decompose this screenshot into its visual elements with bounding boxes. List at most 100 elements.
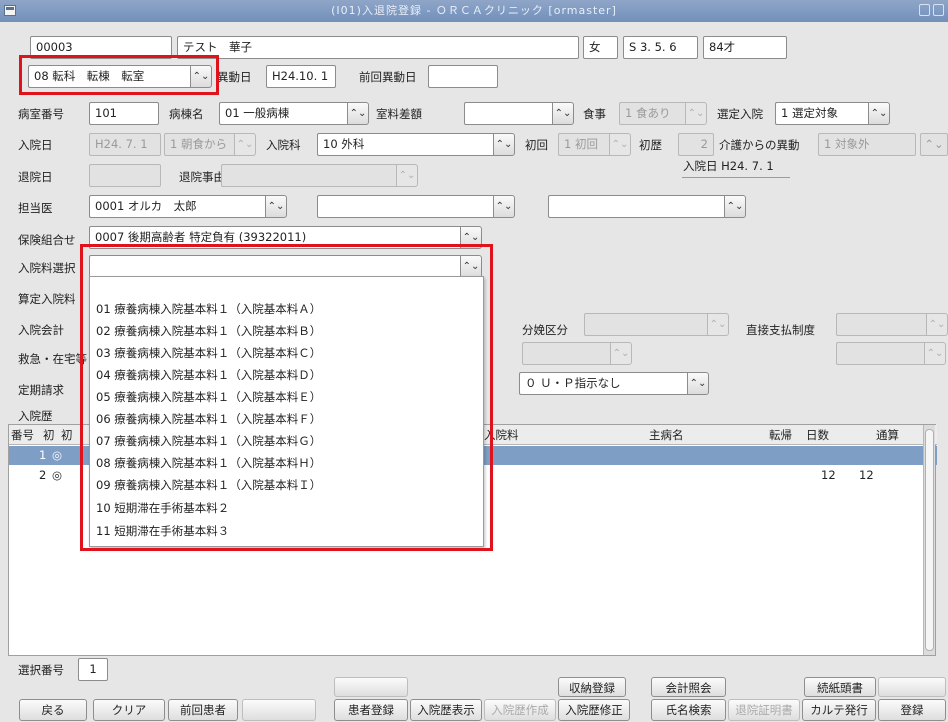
doctor2-value[interactable] [317, 195, 493, 218]
chevron-updown-icon[interactable]: ⌃⌄ [190, 65, 212, 88]
history-fix-button[interactable]: 入院歴修正 [558, 699, 630, 721]
chevron-updown-icon[interactable]: ⌃⌄ [707, 313, 729, 336]
chevron-updown-icon[interactable]: ⌃⌄ [460, 255, 482, 278]
dropdown-item[interactable]: 10 短期滞在手術基本料２ [96, 498, 229, 518]
up-instruction-combo[interactable]: ０ Ｕ・Ｐ指示なし ⌃⌄ [519, 372, 709, 395]
insurance-combo[interactable]: 0007 後期高齢者 特定負有 (39322011) ⌃⌄ [89, 226, 482, 249]
doctor1-value[interactable]: 0001 オルカ 太郎 [89, 195, 265, 218]
select-number-field[interactable]: 1 [78, 658, 108, 681]
doctor2-combo[interactable]: ⌃⌄ [317, 195, 515, 218]
history-show-button[interactable]: 入院歴表示 [410, 699, 482, 721]
chevron-updown-icon[interactable]: ⌃⌄ [868, 102, 890, 125]
emergency2-value[interactable] [836, 342, 924, 365]
dept-value[interactable]: 10 外科 [317, 133, 493, 156]
col-days[interactable]: 日数 [806, 427, 829, 443]
fee-select-combo[interactable]: ⌃⌄ [89, 255, 482, 278]
emergency-value[interactable] [522, 342, 610, 365]
room-fee-combo[interactable]: ⌃⌄ [464, 102, 574, 125]
dropdown-item[interactable]: 01 療養病棟入院基本料１（入院基本料Ａ） [96, 299, 321, 319]
discharge-reason-value[interactable] [221, 164, 396, 187]
header-button[interactable]: 続紙頭書 [804, 677, 876, 697]
chevron-updown-icon[interactable]: ⌃⌄ [685, 102, 707, 125]
blank-button[interactable] [878, 677, 946, 697]
dropdown-item[interactable]: 05 療養病棟入院基本料１（入院基本料Ｅ） [96, 387, 321, 407]
chevron-updown-icon[interactable]: ⌃⌄ [724, 195, 746, 218]
first-value[interactable]: 1 初回 [558, 133, 609, 156]
fee-select-dropdown[interactable]: 01 療養病棟入院基本料１（入院基本料Ａ） 02 療養病棟入院基本料１（入院基本… [89, 276, 484, 547]
chevron-updown-icon[interactable]: ⌃⌄ [924, 342, 946, 365]
dept-combo[interactable]: 10 外科 ⌃⌄ [317, 133, 515, 156]
patient-name-field[interactable]: テスト 華子 [177, 36, 579, 59]
close-icon[interactable] [933, 4, 944, 16]
col-no[interactable]: 番号 [11, 427, 34, 443]
clear-button[interactable]: クリア [93, 699, 165, 721]
chevron-updown-icon[interactable]: ⌃⌄ [460, 226, 482, 249]
account-button[interactable]: 会計照会 [651, 677, 726, 697]
meal-from-value[interactable]: 1 朝食から [164, 133, 234, 156]
discharge-date-field[interactable] [89, 164, 161, 187]
doctor3-value[interactable] [548, 195, 724, 218]
prev-patient-button[interactable]: 前回患者 [168, 699, 238, 721]
room-fee-value[interactable] [464, 102, 552, 125]
ward-combo[interactable]: 01 一般病棟 ⌃⌄ [219, 102, 369, 125]
patient-sex-field[interactable]: 女 [583, 36, 618, 59]
blank-button[interactable] [242, 699, 316, 721]
history-scrollbar[interactable] [923, 425, 935, 655]
insurance-value[interactable]: 0007 後期高齢者 特定負有 (39322011) [89, 226, 460, 249]
doctor3-combo[interactable]: ⌃⌄ [548, 195, 746, 218]
name-search-button[interactable]: 氏名検索 [651, 699, 726, 721]
register-button[interactable]: 登録 [878, 699, 946, 721]
scrollbar-thumb[interactable] [925, 429, 934, 651]
dropdown-item[interactable]: 06 療養病棟入院基本料１（入院基本料Ｆ） [96, 409, 321, 429]
chevron-updown-icon[interactable]: ⌃⌄ [493, 195, 515, 218]
room-field[interactable]: 101 [89, 102, 159, 125]
dropdown-item[interactable]: 02 療養病棟入院基本料１（入院基本料Ｂ） [96, 321, 321, 341]
chevron-updown-icon[interactable]: ⌃⌄ [609, 133, 631, 156]
col-first2[interactable]: 初 [61, 427, 73, 443]
chart-issue-button[interactable]: カルテ発行 [802, 699, 876, 721]
prev-transfer-field[interactable] [428, 65, 498, 88]
patient-age-field[interactable]: 84才 [703, 36, 787, 59]
meal-value[interactable]: 1 食あり [619, 102, 685, 125]
col-fee[interactable]: 入院料 [484, 427, 519, 443]
delivery-value[interactable] [584, 313, 707, 336]
receipt-button[interactable]: 収納登録 [558, 677, 626, 697]
maximize-icon[interactable] [919, 4, 930, 16]
chevron-updown-icon[interactable]: ⌃⌄ [234, 133, 256, 156]
doctor1-combo[interactable]: 0001 オルカ 太郎 ⌃⌄ [89, 195, 287, 218]
col-outcome[interactable]: 転帰 [769, 427, 792, 443]
chevron-updown-icon[interactable]: ⌃⌄ [926, 313, 948, 336]
chevron-updown-icon[interactable]: ⌃⌄ [610, 342, 632, 365]
chevron-updown-icon[interactable]: ⌃⌄ [493, 133, 515, 156]
dropdown-item[interactable]: 09 療養病棟入院基本料１（入院基本料Ｉ） [96, 475, 321, 495]
dropdown-item[interactable]: 04 療養病棟入院基本料１（入院基本料Ｄ） [96, 365, 321, 385]
ward-value[interactable]: 01 一般病棟 [219, 102, 347, 125]
dropdown-item[interactable]: 11 短期滞在手術基本料３ [96, 521, 229, 541]
select-admit-combo[interactable]: 1 選定対象 ⌃⌄ [775, 102, 890, 125]
chevron-updown-icon[interactable]: ⌃⌄ [265, 195, 287, 218]
dropdown-item[interactable]: 08 療養病棟入院基本料１（入院基本料Ｈ） [96, 453, 321, 473]
discharge-reason-combo[interactable]: ⌃⌄ [221, 164, 418, 187]
transfer-type-value[interactable]: 08 転科 転棟 転室 [28, 65, 190, 88]
history-make-button[interactable]: 入院歴作成 [484, 699, 556, 721]
col-first[interactable]: 初 [43, 427, 55, 443]
col-total[interactable]: 通算 [876, 427, 899, 443]
discharge-cert-button[interactable]: 退院証明書 [728, 699, 800, 721]
meal-from-combo[interactable]: 1 朝食から ⌃⌄ [164, 133, 256, 156]
patient-register-button[interactable]: 患者登録 [334, 699, 408, 721]
back-button[interactable]: 戻る [19, 699, 87, 721]
care-field[interactable]: 1 対象外 [818, 133, 916, 156]
select-admit-value[interactable]: 1 選定対象 [775, 102, 868, 125]
chevron-updown-icon[interactable]: ⌃⌄ [687, 372, 709, 395]
direct-pay-value[interactable] [836, 313, 926, 336]
dropdown-item[interactable]: 03 療養病棟入院基本料１（入院基本料Ｃ） [96, 343, 321, 363]
chevron-updown-icon[interactable]: ⌃⌄ [552, 102, 574, 125]
transfer-date-field[interactable]: H24.10. 1 [266, 65, 336, 88]
blank-button[interactable] [334, 677, 408, 697]
window-menu-icon[interactable] [4, 5, 16, 16]
count-field[interactable]: 2 [678, 133, 714, 156]
chevron-updown-icon[interactable]: ⌃⌄ [347, 102, 369, 125]
chevron-updown-icon[interactable]: ⌃⌄ [396, 164, 418, 187]
meal-combo[interactable]: 1 食あり ⌃⌄ [619, 102, 707, 125]
up-instruction-value[interactable]: ０ Ｕ・Ｐ指示なし [519, 372, 687, 395]
